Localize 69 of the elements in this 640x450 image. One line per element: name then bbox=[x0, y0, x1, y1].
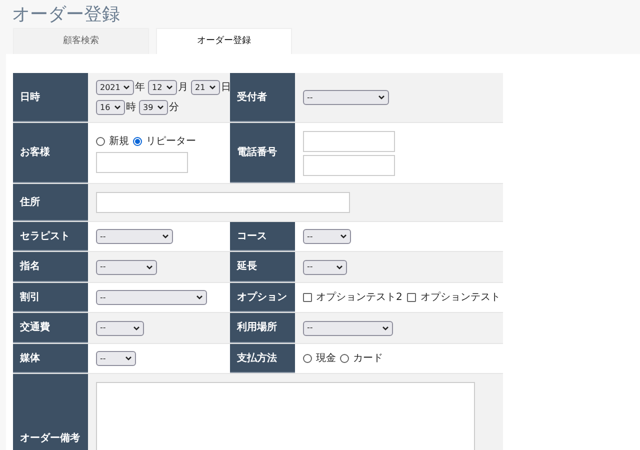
dropdown[interactable]: 12 bbox=[148, 80, 177, 95]
chevron-down-icon bbox=[133, 326, 140, 330]
radio-button[interactable] bbox=[96, 136, 105, 146]
field-label: 延長 bbox=[230, 252, 295, 282]
textarea-field[interactable] bbox=[96, 382, 475, 450]
chevron-down-icon bbox=[123, 85, 130, 90]
checkbox[interactable] bbox=[303, 293, 312, 302]
chevron-down-icon bbox=[196, 295, 203, 300]
input-field[interactable] bbox=[303, 154, 395, 176]
chevron-down-icon bbox=[157, 105, 164, 110]
checkbox[interactable] bbox=[407, 293, 416, 302]
input-field[interactable] bbox=[303, 130, 395, 152]
input-field[interactable] bbox=[96, 152, 188, 172]
checkbox-label: オプションテスト bbox=[420, 290, 500, 305]
field-label: 日時 bbox=[13, 73, 88, 122]
chevron-down-icon bbox=[382, 326, 389, 330]
radio-label: カード bbox=[353, 352, 383, 366]
radio-label: リピーター bbox=[146, 134, 196, 148]
field-label: 媒体 bbox=[13, 344, 88, 373]
field-label: 支払方法 bbox=[230, 344, 295, 373]
dropdown[interactable]: -- bbox=[96, 290, 207, 305]
field-label: 指名 bbox=[13, 252, 88, 282]
dropdown[interactable]: -- bbox=[303, 229, 351, 244]
field-label: お客様 bbox=[13, 123, 88, 183]
dropdown[interactable]: 16 bbox=[96, 100, 125, 115]
chevron-down-icon bbox=[146, 264, 153, 270]
radio-label: 新規 bbox=[109, 134, 129, 148]
dropdown[interactable]: -- bbox=[303, 90, 389, 105]
unit-label: 時 bbox=[126, 100, 136, 115]
field-label: 割引 bbox=[13, 283, 88, 312]
chevron-down-icon bbox=[114, 105, 121, 110]
unit-label: 年 bbox=[135, 81, 145, 95]
field-label: オプション bbox=[230, 283, 295, 312]
radio-button[interactable] bbox=[303, 354, 312, 363]
field-label: セラピスト bbox=[13, 222, 88, 251]
field-label: コース bbox=[230, 222, 295, 251]
unit-label: 分 bbox=[169, 101, 179, 115]
chevron-down-icon bbox=[378, 95, 385, 100]
field-label: 受付者 bbox=[230, 73, 295, 122]
field-label: 利用場所 bbox=[230, 313, 295, 343]
dropdown[interactable]: 39 bbox=[139, 100, 168, 115]
dropdown[interactable]: 2021 bbox=[96, 80, 134, 95]
tab[interactable]: 顧客検索 bbox=[13, 28, 149, 54]
dropdown[interactable]: -- bbox=[303, 320, 393, 336]
field-label: 交通費 bbox=[13, 313, 88, 343]
dropdown[interactable]: -- bbox=[96, 229, 173, 244]
unit-label: 月 bbox=[178, 81, 188, 95]
radio-label: 現金 bbox=[316, 352, 336, 366]
chevron-down-icon bbox=[209, 85, 216, 90]
chevron-down-icon bbox=[166, 85, 173, 90]
field-label: オーダー備考 bbox=[13, 374, 88, 450]
dropdown[interactable]: -- bbox=[303, 260, 347, 274]
chevron-down-icon bbox=[336, 264, 343, 270]
page-title: オーダー登録 bbox=[11, 3, 121, 27]
field-label: 住所 bbox=[13, 184, 88, 221]
chevron-down-icon bbox=[340, 234, 347, 239]
tab[interactable]: オーダー登録 bbox=[156, 28, 292, 54]
input-field[interactable] bbox=[96, 192, 350, 213]
unit-label: 日 bbox=[221, 81, 231, 95]
dropdown[interactable]: -- bbox=[96, 320, 144, 336]
dropdown[interactable]: -- bbox=[96, 260, 157, 274]
dropdown[interactable]: -- bbox=[96, 351, 136, 366]
checkbox-label: オプションテスト2 bbox=[316, 290, 402, 305]
chevron-down-icon bbox=[125, 356, 132, 361]
chevron-down-icon bbox=[162, 234, 169, 239]
dropdown[interactable]: 21 bbox=[191, 80, 220, 95]
radio-button[interactable] bbox=[133, 136, 142, 146]
field-label: 電話番号 bbox=[230, 123, 295, 183]
radio-button[interactable] bbox=[340, 354, 349, 363]
